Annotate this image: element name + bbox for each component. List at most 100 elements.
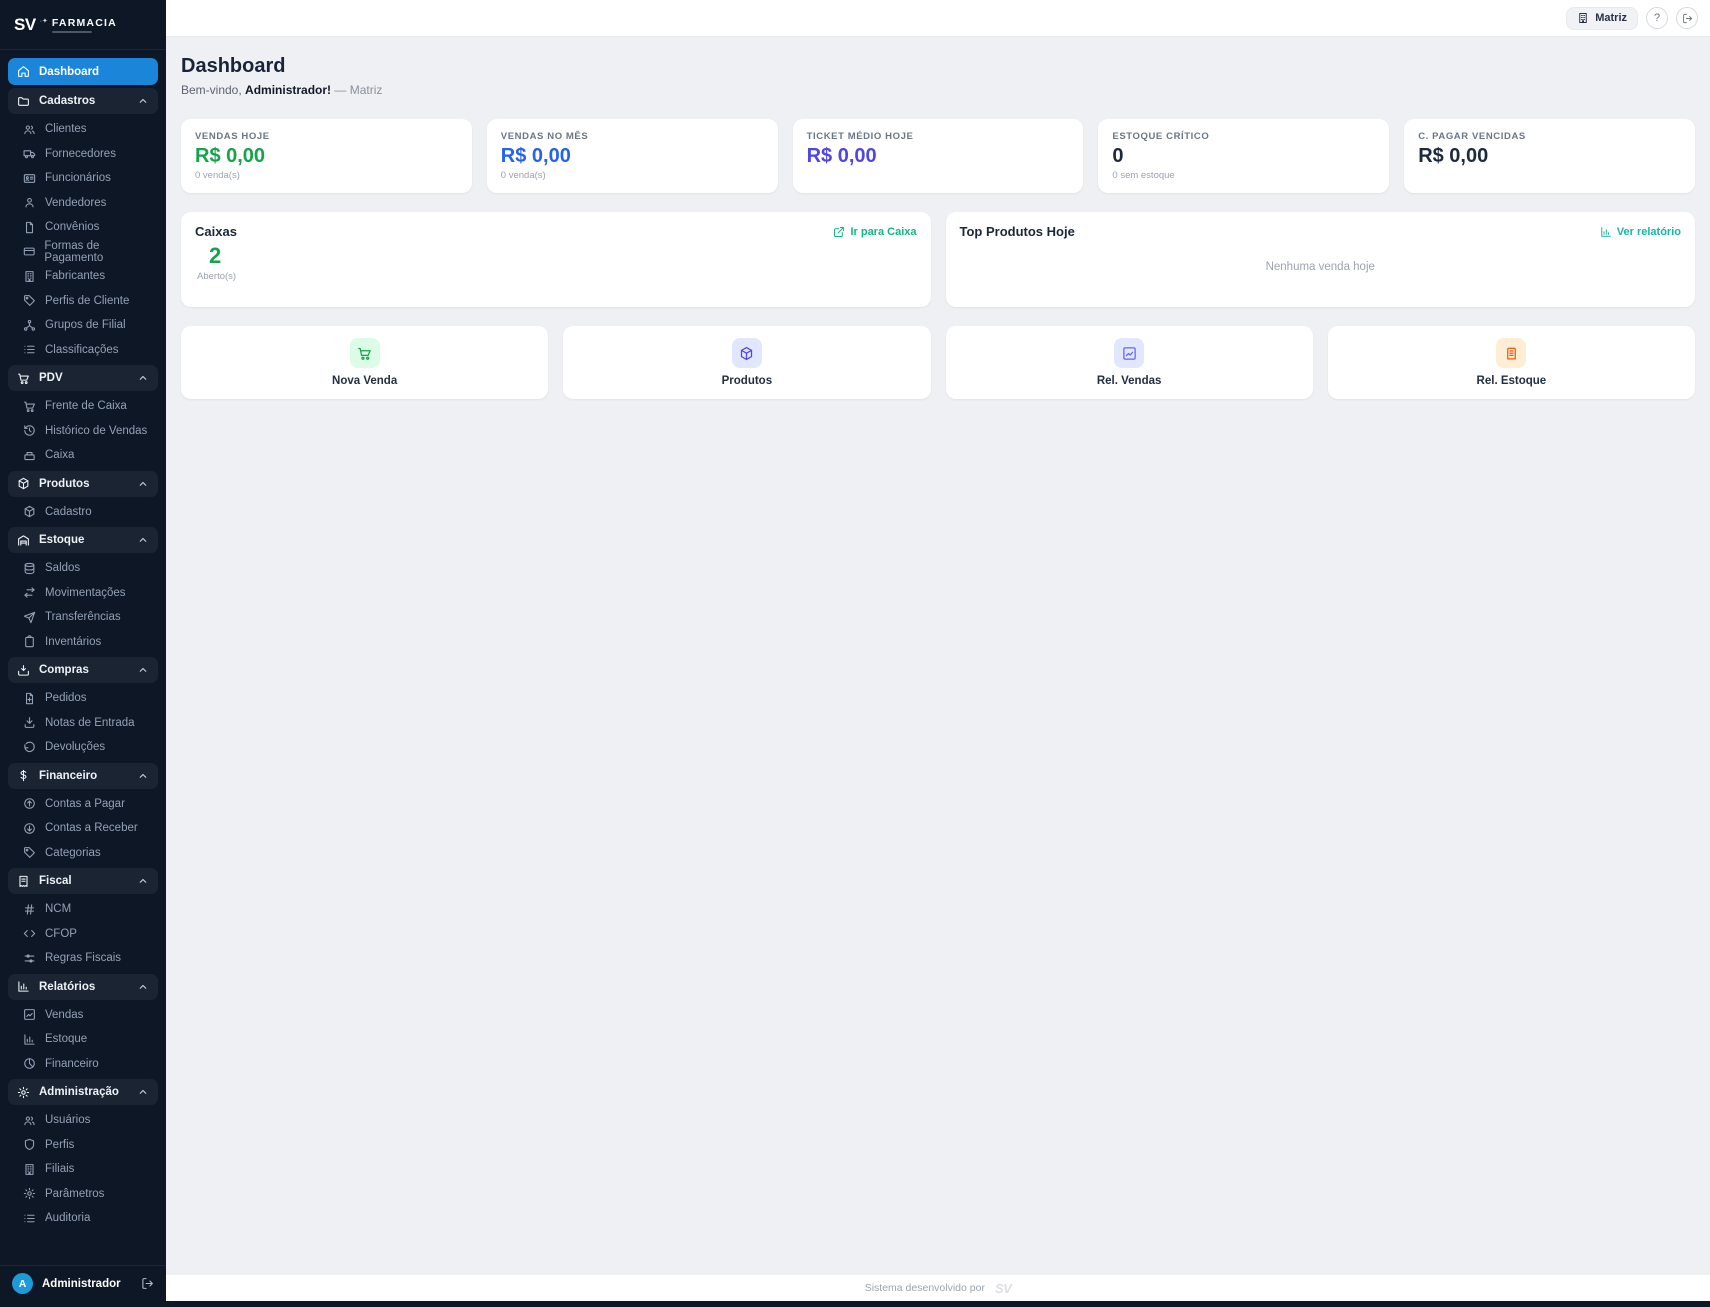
sidebar-item-contas-a-receber[interactable]: Contas a Receber bbox=[0, 816, 166, 841]
ver-relatorio-link[interactable]: Ver relatório bbox=[1600, 226, 1681, 238]
welcome-line: Bem-vindo, Administrador! — Matriz bbox=[181, 83, 1695, 97]
quick-action-produtos[interactable]: Produtos bbox=[563, 326, 931, 399]
sidebar-item-transfer-ncias[interactable]: Transferências bbox=[0, 605, 166, 630]
sidebar-item-label: Auditoria bbox=[45, 1212, 91, 1225]
bar-chart-icon bbox=[24, 1034, 35, 1045]
sidebar-item-label: Clientes bbox=[45, 123, 87, 136]
user-name: Administrador bbox=[42, 1277, 121, 1290]
logo-sparkle-icon: ·✦ bbox=[39, 17, 48, 25]
sidebar-item-cfop[interactable]: CFOP bbox=[0, 922, 166, 947]
sidebar-item-dashboard[interactable]: Dashboard bbox=[8, 58, 158, 85]
quick-action-rel-vendas[interactable]: Rel. Vendas bbox=[945, 326, 1313, 399]
sidebar-item-invent-rios[interactable]: Inventários bbox=[0, 630, 166, 655]
chevron-up-icon bbox=[139, 773, 147, 778]
tag-icon bbox=[24, 847, 35, 859]
sidebar-section-compras[interactable]: Compras bbox=[8, 657, 158, 683]
quick-action-icon-box bbox=[1114, 338, 1145, 368]
sidebar-item-fornecedores[interactable]: Fornecedores bbox=[0, 142, 166, 167]
quick-action-rel-estoque[interactable]: Rel. Estoque bbox=[1327, 326, 1695, 399]
page-title: Dashboard bbox=[181, 55, 286, 77]
sidebar-item-funcion-rios[interactable]: Funcionários bbox=[0, 166, 166, 191]
sidebar-item-formas-de-pagamento[interactable]: Formas de Pagamento bbox=[0, 240, 166, 265]
sidebar-item-label: Dashboard bbox=[39, 65, 100, 78]
app-root: SV ·✦ FARMACIA Dashboard Cadastros Cliente… bbox=[0, 0, 1710, 1307]
sidebar-item-label: Movimentações bbox=[45, 586, 126, 599]
sidebar-section-fiscal[interactable]: Fiscal bbox=[8, 868, 158, 894]
sidebar-item-filiais[interactable]: Filiais bbox=[0, 1157, 166, 1182]
bar-chart-icon bbox=[1600, 226, 1612, 238]
welcome-branch: — Matriz bbox=[334, 83, 383, 97]
dashboard-content: Dashboard Bem-vindo, Administrador! — Ma… bbox=[166, 37, 1710, 1275]
sidebar-item-cadastro[interactable]: Cadastro bbox=[0, 500, 166, 525]
sidebar-item-clientes[interactable]: Clientes bbox=[0, 117, 166, 142]
sidebar-item-devolu-es[interactable]: Devoluções bbox=[0, 735, 166, 760]
sidebar-item-pedidos[interactable]: Pedidos bbox=[0, 686, 166, 711]
sidebar-item-usu-rios[interactable]: Usuários bbox=[0, 1108, 166, 1133]
help-button[interactable]: ? bbox=[1646, 7, 1668, 29]
stat-value: R$ 0,00 bbox=[500, 145, 571, 167]
sidebar-item-label: Perfis bbox=[45, 1138, 75, 1151]
sidebar-item-notas-de-entrada[interactable]: Notas de Entrada bbox=[0, 711, 166, 736]
sidebar-item-par-metros[interactable]: Parâmetros bbox=[0, 1182, 166, 1207]
sidebar-item-label: Filiais bbox=[45, 1163, 75, 1176]
sidebar-section-produtos[interactable]: Produtos bbox=[8, 470, 158, 497]
sidebar-item-conv-nios[interactable]: Convênios bbox=[0, 215, 166, 240]
sidebar-item-contas-a-pagar[interactable]: Contas a Pagar bbox=[0, 792, 166, 817]
sidebar-item-estoque[interactable]: Estoque bbox=[0, 1027, 166, 1052]
quick-action-nova-venda[interactable]: Nova Venda bbox=[181, 326, 549, 399]
stat-sub: 0 sem estoque bbox=[1112, 170, 1175, 181]
sidebar-item-label: Saldos bbox=[45, 562, 81, 575]
sidebar-item-label: Vendedores bbox=[45, 196, 107, 209]
sidebar-item-categorias[interactable]: Categorias bbox=[0, 841, 166, 866]
sidebar-item-vendas[interactable]: Vendas bbox=[0, 1003, 166, 1028]
sidebar-item-saldos[interactable]: Saldos bbox=[0, 556, 166, 581]
sidebar-item-vendedores[interactable]: Vendedores bbox=[0, 191, 166, 216]
mid-row: Caixas Ir para Caixa 2 Aberto(s) Top Pro… bbox=[181, 212, 1695, 307]
sidebar-item-label: Cadastro bbox=[45, 505, 92, 518]
bottom-bar bbox=[166, 1301, 1710, 1307]
sidebar-section-cadastros[interactable]: Cadastros bbox=[8, 88, 158, 114]
sidebar-section-label: Financeiro bbox=[39, 769, 98, 782]
sidebar-item-label: Notas de Entrada bbox=[45, 716, 135, 729]
caixas-card: Caixas Ir para Caixa 2 Aberto(s) bbox=[181, 212, 931, 307]
history-icon bbox=[24, 425, 35, 436]
file-plus-icon bbox=[25, 692, 34, 704]
sidebar-item-label: Frente de Caixa bbox=[45, 400, 127, 413]
sidebar-item-regras-fiscais[interactable]: Regras Fiscais bbox=[0, 946, 166, 971]
sidebar-item-caixa[interactable]: Caixa bbox=[0, 443, 166, 468]
building-icon bbox=[25, 270, 34, 282]
welcome-user: Administrador! bbox=[245, 83, 332, 97]
sidebar-section-pdv[interactable]: PDV bbox=[8, 365, 158, 391]
sidebar-section-label: Administração bbox=[39, 1086, 119, 1098]
bar-chart-icon bbox=[1601, 226, 1611, 237]
sidebar-item-classifica-es[interactable]: Classificações bbox=[0, 338, 166, 363]
header-logout-button[interactable] bbox=[1676, 7, 1698, 29]
sidebar-item-movimenta-es[interactable]: Movimentações bbox=[0, 581, 166, 606]
sidebar-item-perfis-de-cliente[interactable]: Perfis de Cliente bbox=[0, 289, 166, 314]
branch-button[interactable]: Matriz bbox=[1566, 6, 1638, 30]
sidebar-item-frente-de-caixa[interactable]: Frente de Caixa bbox=[0, 394, 166, 419]
sidebar-section-label: Relatórios bbox=[39, 980, 96, 993]
sidebar-item-fabricantes[interactable]: Fabricantes bbox=[0, 264, 166, 289]
database-icon bbox=[24, 562, 35, 574]
dollar-icon bbox=[20, 769, 27, 782]
sidebar-user[interactable]: A Administrador bbox=[0, 1265, 166, 1301]
sidebar-item-label: Usuários bbox=[45, 1114, 91, 1127]
go-to-caixa-link[interactable]: Ir para Caixa bbox=[833, 226, 917, 238]
sidebar-item-hist-rico-de-vendas[interactable]: Histórico de Vendas bbox=[0, 419, 166, 444]
sidebar-section-administra-o[interactable]: Administração bbox=[8, 1079, 158, 1105]
sidebar-section-financeiro[interactable]: Financeiro bbox=[8, 762, 158, 789]
external-link-icon bbox=[833, 226, 845, 238]
sidebar-section-estoque[interactable]: Estoque bbox=[8, 527, 158, 553]
logo-name: FARMACIA bbox=[51, 16, 117, 29]
footer-sv-logo: SV bbox=[994, 1280, 1012, 1296]
sidebar-section-relat-rios[interactable]: Relatórios bbox=[8, 973, 158, 1000]
logout-icon[interactable] bbox=[141, 1277, 154, 1290]
sidebar-item-auditoria[interactable]: Auditoria bbox=[0, 1206, 166, 1231]
sidebar-item-perfis[interactable]: Perfis bbox=[0, 1133, 166, 1158]
sidebar-item-ncm[interactable]: NCM bbox=[0, 897, 166, 922]
sidebar-section-label: Produtos bbox=[39, 477, 90, 490]
sidebar-item-financeiro[interactable]: Financeiro bbox=[0, 1052, 166, 1077]
sidebar-item-grupos-de-filial[interactable]: Grupos de Filial bbox=[0, 313, 166, 338]
stat-card-estoque-cr-tico: ESTOQUE CRÍTICO 0 0 sem estoque bbox=[1098, 119, 1390, 193]
